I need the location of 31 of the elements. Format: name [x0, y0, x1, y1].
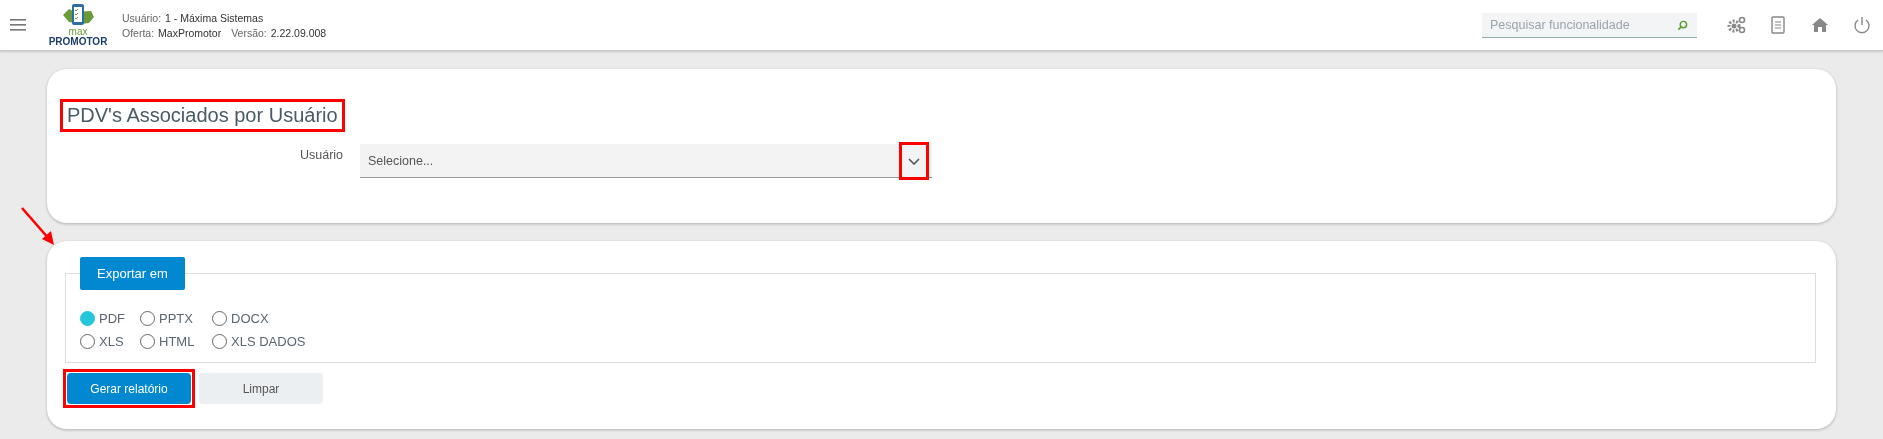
chevron-down-icon[interactable]: [908, 157, 920, 165]
radio-option[interactable]: PDF: [80, 311, 140, 326]
radio-option[interactable]: XLS: [80, 334, 140, 349]
info-value: 1 - Máxima Sistemas: [165, 11, 264, 24]
menu-icon[interactable]: [10, 19, 26, 31]
info-value: MaxPromotor: [158, 26, 222, 39]
phone-checklist-icon: [61, 3, 95, 27]
generate-button[interactable]: Gerar relatório: [67, 373, 191, 404]
radio-option[interactable]: HTML: [140, 334, 212, 349]
clear-button[interactable]: Limpar: [199, 373, 323, 404]
user-dropdown[interactable]: Selecione...: [360, 144, 932, 178]
export-tab[interactable]: Exportar em: [80, 257, 185, 290]
power-icon[interactable]: [1852, 15, 1872, 35]
radio-option[interactable]: PPTX: [140, 311, 212, 326]
page-title: PDV's Associados por Usuário: [60, 99, 345, 132]
field-label: Usuário: [300, 147, 345, 162]
radio-option[interactable]: XLS DADOS: [212, 334, 312, 349]
logo-text: PROMOTOR: [48, 36, 108, 47]
logo-text: max: [68, 27, 88, 36]
info-value: 2.22.09.008: [270, 26, 327, 39]
document-icon[interactable]: [1768, 15, 1788, 35]
home-icon[interactable]: [1810, 15, 1830, 35]
search-icon[interactable]: [1677, 19, 1688, 31]
info-label: Oferta:: [122, 26, 155, 39]
radio-icon[interactable]: [80, 311, 95, 326]
info-label: Usuário:: [122, 11, 162, 24]
search-field[interactable]: Pesquisar funcionalidade: [1482, 12, 1697, 38]
settings-icon[interactable]: [1726, 15, 1746, 35]
radio-option[interactable]: DOCX: [212, 311, 312, 326]
info-label: Versão:: [231, 26, 267, 39]
dropdown-toggle[interactable]: [899, 142, 929, 180]
